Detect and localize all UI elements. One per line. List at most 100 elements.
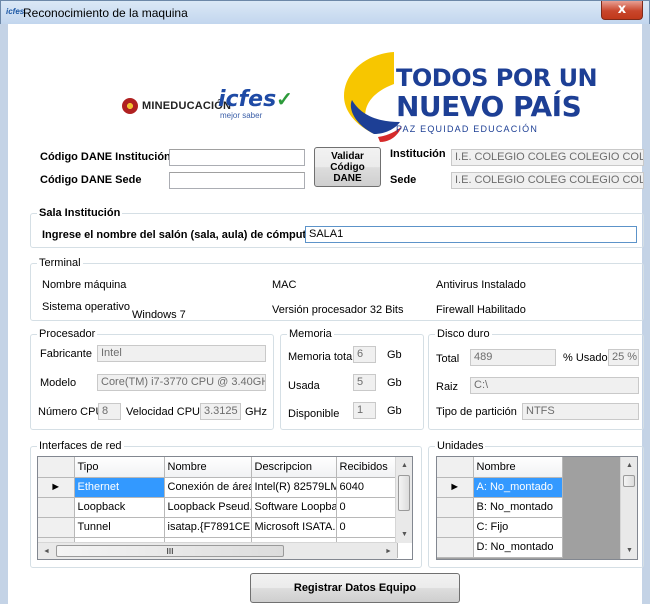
memoria-group-title: Memoria — [287, 328, 334, 340]
raiz-label: Raiz — [436, 381, 459, 393]
close-button[interactable]: x — [601, 1, 643, 20]
column-header-tipo[interactable]: Tipo — [74, 457, 165, 478]
interfaces-red-group-title: Interfaces de red — [37, 440, 124, 452]
table-row[interactable]: B: No_montado — [437, 497, 563, 518]
sala-prompt-label: Ingrese el nombre del salón (sala, aula)… — [42, 229, 313, 241]
memoria-usada-unit: Gb — [387, 377, 402, 389]
check-icon: ✓ — [276, 89, 293, 111]
table-cell[interactable]: Loopback — [74, 497, 165, 518]
grid-corner — [38, 457, 75, 478]
column-header-descripcion[interactable]: Descripcion — [251, 457, 337, 478]
table-cell[interactable]: Software Loopba... — [251, 497, 337, 518]
seal-icon — [122, 98, 138, 114]
table-cell[interactable]: 0 — [336, 517, 398, 538]
fabricante-label: Fabricante — [40, 348, 92, 360]
icfes-subtitle: mejor saber — [220, 111, 263, 120]
table-cell[interactable]: Microsoft ISATA... — [251, 517, 337, 538]
table-cell[interactable]: B: No_montado — [473, 497, 563, 518]
scroll-up-icon[interactable]: ▲ — [621, 457, 637, 474]
scroll-down-icon[interactable]: ▼ — [621, 542, 637, 559]
numero-cpu-label: Número CPU — [38, 406, 104, 418]
table-cell[interactable]: Conexión de área... — [164, 477, 252, 498]
disco-usado-field: 25 % — [608, 349, 639, 366]
numero-cpu-field: 8 — [98, 403, 121, 420]
grid-corner — [437, 457, 474, 478]
table-cell[interactable]: C: Fijo — [473, 517, 563, 538]
disco-usado-label: % Usado — [563, 352, 608, 364]
close-icon: x — [617, 2, 627, 17]
disco-total-field: 489 — [470, 349, 556, 366]
procesador-group-title: Procesador — [37, 328, 98, 340]
antivirus-label: Antivirus Instalado — [436, 279, 526, 291]
interfaces-grid[interactable]: Tipo Nombre Descripcion Recibidos ► Ethe… — [37, 456, 413, 560]
scroll-up-icon[interactable]: ▲ — [396, 457, 412, 474]
fabricante-field: Intel — [97, 345, 266, 362]
dane-sede-input[interactable] — [169, 172, 305, 189]
current-row-arrow-icon: ► — [437, 477, 474, 498]
slogan-line3: PAZ EQUIDAD EDUCACIÓN — [396, 124, 539, 134]
sala-name-input[interactable]: SALA1 — [305, 226, 637, 243]
table-row[interactable]: ► Ethernet Conexión de área... Intel(R) … — [38, 477, 398, 498]
memoria-total-label: Memoria total — [288, 351, 355, 363]
table-row[interactable]: Loopback Loopback Pseud... Software Loop… — [38, 497, 398, 518]
memoria-usada-label: Usada — [288, 380, 320, 392]
table-cell[interactable]: 6040 — [336, 477, 398, 498]
table-cell[interactable]: D: No_montado — [473, 537, 563, 558]
table-cell[interactable]: Tunnel — [74, 517, 165, 538]
dane-institucion-label: Código DANE Institución — [40, 151, 171, 163]
registrar-datos-equipo-button[interactable]: Registrar Datos Equipo — [250, 573, 460, 603]
table-row[interactable]: Tunnel isatap.{F7891CE... Microsoft ISAT… — [38, 517, 398, 538]
table-cell[interactable]: isatap.{F7891CE... — [164, 517, 252, 538]
particion-field: NTFS — [522, 403, 639, 420]
velocidad-cpu-field: 3.3125 — [200, 403, 241, 420]
column-header-nombre[interactable]: Nombre — [473, 457, 563, 478]
current-row-arrow-icon: ► — [38, 477, 75, 498]
scroll-left-icon[interactable]: ◄ — [38, 543, 55, 559]
app-icon: icfes — [6, 7, 25, 16]
sistema-operativo-label: Sistema operativo — [42, 301, 131, 313]
table-row[interactable]: ► A: No_montado — [437, 477, 563, 498]
row-header — [437, 537, 474, 558]
window-title: Reconocimiento de la maquina — [23, 6, 188, 20]
table-cell[interactable]: Loopback Pseud... — [164, 497, 252, 518]
column-header-nombre[interactable]: Nombre — [164, 457, 252, 478]
title-bar[interactable]: icfes Reconocimiento de la maquina x — [1, 1, 649, 25]
mineducacion-logo: MINEDUCACIÓN — [122, 98, 231, 114]
modelo-field: Core(TM) i7-3770 CPU @ 3.40GHz — [97, 374, 266, 391]
memoria-usada-field: 5 — [353, 374, 376, 391]
memoria-disponible-label: Disponible — [288, 408, 340, 420]
icfes-logo: icfes✓ mejor saber — [218, 87, 293, 120]
table-cell[interactable]: A: No_montado — [473, 477, 563, 498]
scroll-down-icon[interactable]: ▼ — [396, 526, 412, 543]
unidades-vertical-scrollbar[interactable]: ▲ ▼ — [620, 457, 637, 559]
table-row[interactable]: C: Fijo — [437, 517, 563, 538]
scroll-thumb-horizontal[interactable]: III — [56, 545, 284, 557]
table-cell[interactable]: 0 — [336, 497, 398, 518]
window-frame-left — [0, 24, 8, 604]
interfaces-horizontal-scrollbar[interactable]: ◄ III ► — [38, 542, 397, 559]
column-header-recibidos[interactable]: Recibidos — [336, 457, 398, 478]
scroll-thumb[interactable] — [398, 475, 410, 511]
institucion-name-field: I.E. COLEGIO COLEG COLEGIO COLEGIO — [451, 149, 644, 166]
validar-button-label: Validar Código DANE — [330, 150, 365, 184]
row-header — [437, 517, 474, 538]
institucion-name-label: Institución — [390, 148, 446, 160]
interfaces-vertical-scrollbar[interactable]: ▲ ▼ — [395, 457, 412, 543]
raiz-field: C:\ — [470, 377, 639, 394]
row-header — [38, 497, 75, 518]
table-row[interactable]: D: No_montado — [437, 537, 563, 558]
memoria-disponible-field: 1 — [353, 402, 376, 419]
table-cell[interactable]: Ethernet — [74, 477, 165, 498]
terminal-group-title: Terminal — [37, 257, 83, 269]
validar-codigo-dane-button[interactable]: Validar Código DANE — [314, 147, 381, 187]
disco-duro-group-title: Disco duro — [435, 328, 492, 340]
firewall-label: Firewall Habilitado — [436, 304, 526, 316]
memoria-total-unit: Gb — [387, 349, 402, 361]
scroll-thumb[interactable] — [623, 475, 635, 487]
scroll-right-icon[interactable]: ► — [380, 543, 397, 559]
unidades-grid[interactable]: Nombre ► A: No_montado B: No_montado C: … — [436, 456, 638, 560]
icfes-wordmark: icfes — [218, 87, 277, 112]
table-cell[interactable]: Intel(R) 82579LM... — [251, 477, 337, 498]
dane-institucion-input[interactable] — [169, 149, 305, 166]
modelo-label: Modelo — [40, 377, 77, 389]
